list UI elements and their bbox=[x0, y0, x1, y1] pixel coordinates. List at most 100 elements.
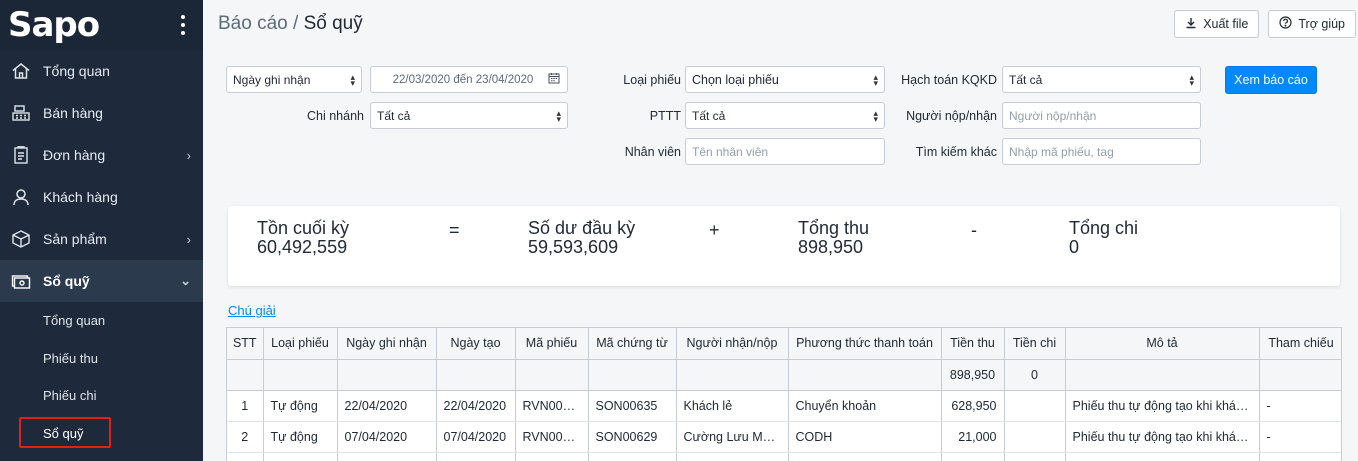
cell-desc: Phiếu thu tự động tạo khi khác... bbox=[1065, 390, 1260, 422]
column-header[interactable]: Tiền thu bbox=[941, 328, 1005, 360]
opening-balance-value: 59,593,609 bbox=[528, 237, 619, 257]
chevron-down-icon: ⌄ bbox=[180, 273, 191, 288]
voucher-type-value: Chọn loại phiếu bbox=[692, 72, 779, 87]
column-header[interactable]: Mã phiếu bbox=[515, 328, 589, 360]
column-header[interactable]: Mô tả bbox=[1065, 328, 1260, 360]
export-button[interactable]: Xuất file bbox=[1174, 10, 1260, 38]
expense-total: 0 bbox=[1004, 359, 1066, 391]
column-header[interactable]: Người nhận/nộp bbox=[676, 328, 789, 360]
total-expense-label: Tổng chi bbox=[1069, 218, 1139, 238]
cash-book-table: STT Loại phiếu Ngày ghi nhận Ngày tạo Mã… bbox=[226, 327, 1342, 461]
accounting-select[interactable]: Tất cả ▴ ▾ bbox=[1002, 66, 1201, 93]
breadcrumb-separator: / bbox=[287, 13, 304, 34]
cell-type: Tự động bbox=[263, 390, 338, 422]
equals-sign: = bbox=[449, 220, 460, 240]
breadcrumb: Báo cáo / Sổ quỹ bbox=[218, 13, 363, 35]
cell-type: Tự động bbox=[263, 421, 338, 453]
export-label: Xuất file bbox=[1203, 17, 1249, 31]
other-search-input[interactable]: Nhập mã phiếu, tag bbox=[1002, 138, 1201, 165]
date-type-value: Ngày ghi nhận bbox=[233, 72, 311, 87]
breadcrumb-parent[interactable]: Báo cáo bbox=[218, 13, 288, 34]
column-header[interactable]: STT bbox=[227, 328, 264, 360]
payer-input[interactable]: Người nộp/nhận bbox=[1002, 102, 1201, 129]
sidebar-item-overview[interactable]: Tổng quan bbox=[0, 50, 203, 92]
cell-income: 628,950 bbox=[941, 390, 1005, 422]
voucher-type-label: Loại phiếu bbox=[623, 73, 681, 87]
voucher-type-select[interactable]: Chọn loại phiếu ▴ ▾ bbox=[685, 66, 885, 93]
cell-code[interactable]: RVN00325 bbox=[515, 390, 589, 422]
plus-sign: + bbox=[709, 220, 720, 240]
date-range-input[interactable]: 22/03/2020 đến 23/04/2020 bbox=[370, 66, 568, 93]
income-total: 898,950 bbox=[941, 359, 1005, 391]
sapo-logo[interactable]: Sapo bbox=[8, 8, 100, 42]
user-icon bbox=[10, 186, 32, 208]
column-header[interactable]: Tham chiếu bbox=[1259, 328, 1341, 360]
cell-code[interactable]: RVN00324 bbox=[515, 421, 589, 453]
other-search-label: Tìm kiếm khác bbox=[915, 145, 997, 159]
closing-balance-value: 60,492,559 bbox=[257, 237, 348, 257]
sidebar-item-cash-book[interactable]: Sổ quỹ ⌄ bbox=[0, 260, 203, 302]
minus-sign: - bbox=[971, 220, 977, 240]
cell-created: 07/04/2020 bbox=[436, 421, 516, 453]
column-header[interactable]: Tiền chi bbox=[1004, 328, 1066, 360]
sidebar-subitem-label: Tổng quan bbox=[43, 313, 106, 329]
cell-created: 22/04/2020 bbox=[436, 390, 516, 422]
column-header[interactable]: Ngày ghi nhận bbox=[337, 328, 437, 360]
cell-record-date: 07/04/2020 bbox=[337, 421, 437, 453]
legend-link[interactable]: Chú giải bbox=[228, 303, 276, 318]
sidebar-item-products[interactable]: Sản phẩm › bbox=[0, 218, 203, 260]
branch-select[interactable]: Tất cả ▴ ▾ bbox=[370, 102, 568, 129]
box-icon bbox=[10, 228, 32, 250]
staff-label: Nhân viên bbox=[624, 145, 681, 159]
sidebar-item-sales[interactable]: Bán hàng bbox=[0, 92, 203, 134]
download-icon bbox=[1185, 17, 1197, 32]
payment-method-label: PTTT bbox=[649, 109, 681, 123]
date-type-select[interactable]: Ngày ghi nhận ▴ ▾ bbox=[226, 66, 362, 93]
column-header[interactable]: Loại phiếu bbox=[263, 328, 338, 360]
column-header[interactable]: Ngày tạo bbox=[436, 328, 516, 360]
chevron-right-icon: › bbox=[186, 231, 191, 247]
totals-row: 898,950 0 bbox=[227, 359, 1341, 391]
sidebar-item-orders[interactable]: Đơn hàng › bbox=[0, 134, 203, 176]
payment-method-select[interactable]: Tất cả ▴ ▾ bbox=[685, 102, 885, 129]
column-header[interactable]: Phương thức thanh toán bbox=[788, 328, 942, 360]
help-button[interactable]: Trợ giúp bbox=[1268, 10, 1356, 38]
view-report-button[interactable]: Xem báo cáo bbox=[1225, 66, 1317, 94]
cell-person: Khách lẻ bbox=[676, 390, 789, 422]
sidebar-subitem-cash-book[interactable]: Sổ quỹ bbox=[0, 415, 203, 453]
home-icon bbox=[10, 60, 32, 82]
sidebar-item-label: Sổ quỹ bbox=[43, 273, 90, 289]
more-menu-icon[interactable] bbox=[175, 13, 191, 37]
total-income-value: 898,950 bbox=[798, 237, 864, 257]
cell-doc[interactable]: SON00635 bbox=[588, 390, 677, 422]
help-label: Trợ giúp bbox=[1298, 17, 1345, 31]
help-icon bbox=[1279, 16, 1292, 32]
payer-placeholder: Người nộp/nhận bbox=[1009, 108, 1097, 123]
branch-label: Chi nhánh bbox=[307, 109, 364, 123]
table-row[interactable]: 1 Tự động 22/04/2020 22/04/2020 RVN00325… bbox=[227, 390, 1341, 422]
cell-stt: 1 bbox=[227, 390, 264, 422]
select-arrows-icon: ▴ ▾ bbox=[350, 72, 355, 88]
column-header[interactable]: Mã chứng từ bbox=[588, 328, 677, 360]
cell-income: 21,000 bbox=[941, 421, 1005, 453]
summary-card: Tồn cuối kỳ 60,492,559 = Số dư đầu kỳ 59… bbox=[228, 206, 1340, 286]
cell-ref: - bbox=[1259, 390, 1341, 422]
table-row[interactable]: 2 Tự động 07/04/2020 07/04/2020 RVN00324… bbox=[227, 421, 1341, 453]
cash-register-icon bbox=[10, 102, 32, 124]
closing-balance-label: Tồn cuối kỳ bbox=[257, 218, 350, 238]
page-title: Sổ quỹ bbox=[303, 13, 363, 34]
sidebar-subitem-receipts[interactable]: Phiếu thu bbox=[0, 340, 203, 378]
sidebar-item-customers[interactable]: Khách hàng bbox=[0, 176, 203, 218]
sidebar-subitem-payments[interactable]: Phiếu chi bbox=[0, 377, 203, 415]
select-arrows-icon: ▴ ▾ bbox=[873, 72, 878, 88]
cell-doc[interactable]: SON00629 bbox=[588, 421, 677, 453]
staff-input[interactable]: Tên nhân viên bbox=[685, 138, 885, 165]
select-arrows-icon: ▴ ▾ bbox=[873, 108, 878, 124]
cell-method: CODH bbox=[788, 421, 942, 453]
sidebar-subitem-overview[interactable]: Tổng quan bbox=[0, 302, 203, 340]
date-range-value: 22/03/2020 đến 23/04/2020 bbox=[392, 73, 534, 86]
filter-panel: Ngày ghi nhận ▴ ▾ 22/03/2020 đến 23/04/20… bbox=[226, 66, 1336, 176]
accounting-value: Tất cả bbox=[1009, 72, 1043, 87]
sidebar-item-label: Bán hàng bbox=[43, 105, 103, 121]
sidebar-subitem-label: Phiếu chi bbox=[43, 388, 97, 404]
